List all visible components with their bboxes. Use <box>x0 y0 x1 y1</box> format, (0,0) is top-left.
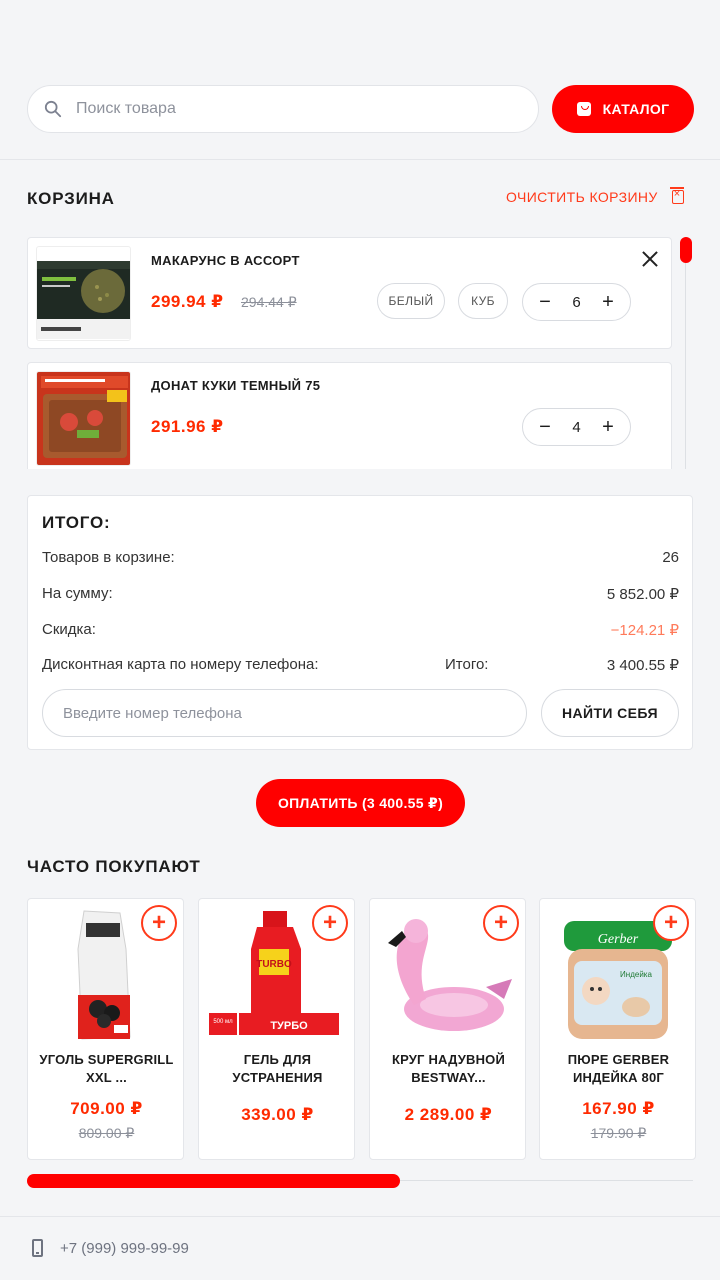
plus-icon: + <box>663 909 678 936</box>
phone-input[interactable] <box>63 704 503 722</box>
summary-title: ИТОГО: <box>42 513 111 532</box>
footer-phone[interactable]: +7 (999) 999-99-99 <box>60 1240 189 1257</box>
plus-icon[interactable]: + <box>600 292 616 312</box>
cart-item: ДОНАТ КУКИ ТЕМНЫЙ 75 291.96 ₽ − 4 + <box>27 362 672 469</box>
product-name: ПЮРЕ GERBER ИНДЕЙКА 80Г <box>567 1052 670 1085</box>
cart-item-price: 299.94 ₽ <box>151 292 224 311</box>
cart-scroll-thumb[interactable] <box>680 237 692 263</box>
clear-cart-button[interactable]: ОЧИСТИТЬ КОРЗИНУ <box>506 187 684 205</box>
quantity-stepper: − 6 + <box>522 283 631 321</box>
summary-discount-row: Скидка: −124.21 ₽ <box>42 621 679 639</box>
summary-discount-label: Скидка: <box>42 621 96 638</box>
cart-item-name: ДОНАТ КУКИ ТЕМНЫЙ 75 <box>151 378 321 393</box>
product-brand-text: Gerber <box>598 932 639 947</box>
product-price: 167.90 ₽ <box>582 1099 655 1118</box>
recommended-card[interactable]: + УГОЛЬ SUPERGRILL XXL ... 709.00 ₽ 809.… <box>27 898 184 1160</box>
recommended-title: ЧАСТО ПОКУПАЮТ <box>27 857 201 876</box>
search-input[interactable] <box>76 100 496 118</box>
phone-icon <box>32 1239 43 1257</box>
trash-icon <box>669 187 684 204</box>
recommended-card[interactable]: Gerber Индейка + ПЮРЕ GERBER ИНДЕЙКА 80Г… <box>539 898 696 1160</box>
plus-icon: + <box>151 909 166 936</box>
find-me-button[interactable]: НАЙТИ СЕБЯ <box>541 689 679 737</box>
add-to-cart-button[interactable]: + <box>141 905 177 941</box>
add-to-cart-button[interactable]: + <box>312 905 348 941</box>
cart-scroll-track[interactable] <box>685 237 686 469</box>
product-name: КРУГ НАДУВНОЙ BESTWAY... <box>391 1052 506 1085</box>
product-price: 709.00 ₽ <box>70 1099 143 1118</box>
option-white[interactable]: БЕЛЫЙ <box>377 283 445 319</box>
bag-icon <box>576 102 591 116</box>
add-to-cart-button[interactable]: + <box>653 905 689 941</box>
plus-icon: + <box>493 909 508 936</box>
summary-items-value: 26 <box>662 549 679 566</box>
product-image <box>36 246 131 341</box>
product-brand-text: TURBO <box>256 959 292 970</box>
plus-icon: + <box>322 909 337 936</box>
product-old-price: 809.00 ₽ <box>78 1125 135 1141</box>
cart-item-price: 291.96 ₽ <box>151 417 224 436</box>
summary-sum-label: На сумму: <box>42 585 113 602</box>
close-icon[interactable] <box>641 250 659 268</box>
product-badge-text: ТУРБО <box>270 1020 308 1032</box>
cart-title: КОРЗИНА <box>27 189 115 208</box>
recommended-card[interactable]: TURBO 500 мл ТУРБО + ГЕЛЬ ДЛЯ УСТРАНЕНИЯ… <box>198 898 355 1160</box>
add-to-cart-button[interactable]: + <box>483 905 519 941</box>
phone-field[interactable] <box>42 689 527 737</box>
product-price: 339.00 ₽ <box>241 1105 314 1124</box>
recommended-card[interactable]: + КРУГ НАДУВНОЙ BESTWAY... 2 289.00 ₽ <box>369 898 526 1160</box>
quantity-value: 4 <box>572 418 581 436</box>
pay-button[interactable]: ОПЛАТИТЬ (3 400.55 ₽) <box>256 779 465 827</box>
discount-card-label: Дисконтная карта по номеру телефона: <box>42 656 319 673</box>
summary-sum-value: 5 852.00 ₽ <box>606 586 679 603</box>
summary-total-label: Итого: <box>445 656 489 673</box>
summary-total-row: Дисконтная карта по номеру телефона: Ито… <box>42 656 679 674</box>
cart-item-old-price: 294.44 ₽ <box>241 294 297 310</box>
product-image <box>36 371 131 466</box>
minus-icon[interactable]: − <box>537 292 553 312</box>
catalog-button-label: КАТАЛОГ <box>602 101 670 117</box>
summary-items-label: Товаров в корзине: <box>42 549 175 566</box>
cart-item: МАКАРУНС В АССОРТ 299.94 ₽ 294.44 ₽ БЕЛЫ… <box>27 237 672 349</box>
summary-sum-row: На сумму: 5 852.00 ₽ <box>42 585 679 603</box>
summary-total-value: 3 400.55 ₽ <box>606 657 679 674</box>
search-icon <box>44 100 62 118</box>
product-volume-text: 500 мл <box>213 1019 233 1025</box>
header: КАТАЛОГ <box>0 0 720 160</box>
product-name: УГОЛЬ SUPERGRILL XXL ... <box>39 1052 174 1085</box>
cart-item-name: МАКАРУНС В АССОРТ <box>151 253 300 268</box>
product-price: 2 289.00 ₽ <box>404 1105 493 1124</box>
cart-list: МАКАРУНС В АССОРТ 299.94 ₽ 294.44 ₽ БЕЛЫ… <box>27 237 672 469</box>
plus-icon[interactable]: + <box>600 417 616 437</box>
option-cube[interactable]: КУБ <box>458 283 508 319</box>
summary-discount-value: −124.21 ₽ <box>610 622 679 639</box>
product-old-price: 179.90 ₽ <box>590 1125 647 1141</box>
product-name: ГЕЛЬ ДЛЯ УСТРАНЕНИЯ <box>232 1052 323 1085</box>
product-flavor-text: Индейка <box>620 970 652 979</box>
carousel-scroll-thumb[interactable] <box>27 1174 400 1188</box>
order-summary: ИТОГО: Товаров в корзине: 26 На сумму: 5… <box>27 495 693 750</box>
minus-icon[interactable]: − <box>537 417 553 437</box>
summary-items-row: Товаров в корзине: 26 <box>42 549 679 566</box>
search-bar[interactable] <box>27 85 539 133</box>
catalog-button[interactable]: КАТАЛОГ <box>552 85 694 133</box>
footer: +7 (999) 999-99-99 <box>0 1216 720 1280</box>
clear-cart-label: ОЧИСТИТЬ КОРЗИНУ <box>506 189 658 205</box>
quantity-value: 6 <box>572 293 581 311</box>
quantity-stepper: − 4 + <box>522 408 631 446</box>
